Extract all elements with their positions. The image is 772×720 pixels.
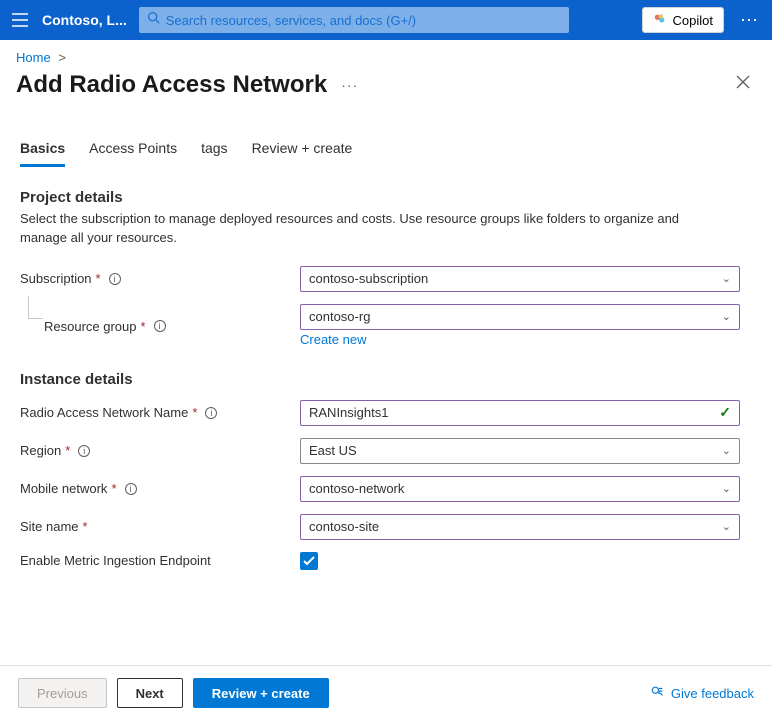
select-region-value: East US — [309, 443, 357, 458]
copilot-label: Copilot — [673, 13, 713, 28]
select-resource-group-value: contoso-rg — [309, 309, 370, 324]
copilot-icon — [653, 12, 667, 29]
page-title: Add Radio Access Network — [16, 71, 327, 99]
breadcrumb: Home > — [0, 40, 772, 65]
select-subscription[interactable]: contoso-subscription ⌄ — [300, 266, 740, 292]
label-subscription: Subscription * i — [20, 271, 300, 286]
select-region[interactable]: East US ⌄ — [300, 438, 740, 464]
tab-review-create[interactable]: Review + create — [252, 140, 353, 167]
label-subscription-text: Subscription — [20, 271, 92, 286]
search-icon — [147, 11, 160, 29]
info-icon[interactable]: i — [125, 483, 137, 495]
breadcrumb-home[interactable]: Home — [16, 50, 51, 65]
search-input[interactable] — [166, 13, 561, 28]
chevron-down-icon: ⌄ — [722, 444, 731, 457]
global-header: Contoso, L... Copilot ⋯ — [0, 0, 772, 40]
label-region: Region * i — [20, 443, 300, 458]
hamburger-menu-icon[interactable] — [10, 10, 30, 30]
give-feedback-label: Give feedback — [671, 686, 754, 701]
required-marker: * — [65, 443, 70, 458]
info-icon[interactable]: i — [109, 273, 121, 285]
info-icon[interactable]: i — [154, 320, 166, 332]
chevron-down-icon: ⌄ — [722, 310, 731, 323]
required-marker: * — [111, 481, 116, 496]
select-subscription-value: contoso-subscription — [309, 271, 428, 286]
form-content: Project details Select the subscription … — [0, 167, 772, 687]
info-icon[interactable]: i — [78, 445, 90, 457]
chevron-down-icon: ⌄ — [722, 520, 731, 533]
label-resource-group-text: Resource group — [44, 319, 137, 334]
check-icon: ✓ — [719, 404, 731, 421]
tab-tags[interactable]: tags — [201, 140, 227, 167]
more-menu-icon[interactable]: ⋯ — [736, 10, 762, 31]
required-marker: * — [96, 271, 101, 286]
tenant-name[interactable]: Contoso, L... — [42, 12, 127, 28]
wizard-footer: Previous Next Review + create Give feedb… — [0, 665, 772, 720]
required-marker: * — [83, 519, 88, 534]
row-enable-metric: Enable Metric Ingestion Endpoint — [20, 552, 752, 570]
chevron-down-icon: ⌄ — [722, 482, 731, 495]
copilot-button[interactable]: Copilot — [642, 7, 724, 33]
select-resource-group[interactable]: contoso-rg ⌄ — [300, 304, 740, 330]
chevron-right-icon: > — [58, 50, 66, 65]
input-ran-name-value: RANInsights1 — [309, 405, 388, 420]
label-ran-name: Radio Access Network Name * i — [20, 405, 300, 420]
tab-strip: Basics Access Points tags Review + creat… — [0, 110, 772, 167]
previous-button[interactable]: Previous — [18, 678, 107, 708]
chevron-down-icon: ⌄ — [722, 272, 731, 285]
select-mobile-network[interactable]: contoso-network ⌄ — [300, 476, 740, 502]
info-icon[interactable]: i — [205, 407, 217, 419]
label-enable-metric: Enable Metric Ingestion Endpoint — [20, 553, 300, 568]
select-site-name[interactable]: contoso-site ⌄ — [300, 514, 740, 540]
close-icon[interactable] — [730, 69, 756, 100]
label-mobile-network: Mobile network * i — [20, 481, 300, 496]
checkbox-enable-metric[interactable] — [300, 552, 318, 570]
label-region-text: Region — [20, 443, 61, 458]
row-subscription: Subscription * i contoso-subscription ⌄ — [20, 266, 752, 292]
tab-access-points[interactable]: Access Points — [89, 140, 177, 167]
section-project-details-heading: Project details — [20, 189, 752, 206]
select-site-name-value: contoso-site — [309, 519, 379, 534]
row-mobile-network: Mobile network * i contoso-network ⌄ — [20, 476, 752, 502]
row-site-name: Site name * contoso-site ⌄ — [20, 514, 752, 540]
input-ran-name[interactable]: RANInsights1 ✓ — [300, 400, 740, 426]
give-feedback-link[interactable]: Give feedback — [651, 685, 754, 702]
required-marker: * — [141, 319, 146, 334]
label-mobile-network-text: Mobile network — [20, 481, 107, 496]
tab-basics[interactable]: Basics — [20, 140, 65, 167]
row-resource-group: Resource group * i contoso-rg ⌄ Create n… — [20, 304, 752, 349]
next-button[interactable]: Next — [117, 678, 183, 708]
label-ran-name-text: Radio Access Network Name — [20, 405, 188, 420]
review-create-button[interactable]: Review + create — [193, 678, 329, 708]
global-search[interactable] — [139, 7, 569, 33]
label-site-name-text: Site name — [20, 519, 79, 534]
page-more-icon[interactable]: ··· — [341, 77, 358, 93]
page-header: Add Radio Access Network ··· — [0, 65, 772, 110]
required-marker: * — [192, 405, 197, 420]
label-resource-group: Resource group * i — [44, 319, 300, 334]
link-create-new-rg[interactable]: Create new — [300, 332, 366, 347]
select-mobile-network-value: contoso-network — [309, 481, 404, 496]
section-project-details-desc: Select the subscription to manage deploy… — [20, 210, 720, 248]
row-region: Region * i East US ⌄ — [20, 438, 752, 464]
feedback-icon — [651, 685, 665, 702]
section-instance-details-heading: Instance details — [20, 371, 752, 388]
row-ran-name: Radio Access Network Name * i RANInsight… — [20, 400, 752, 426]
label-site-name: Site name * — [20, 519, 300, 534]
label-enable-metric-text: Enable Metric Ingestion Endpoint — [20, 553, 211, 568]
